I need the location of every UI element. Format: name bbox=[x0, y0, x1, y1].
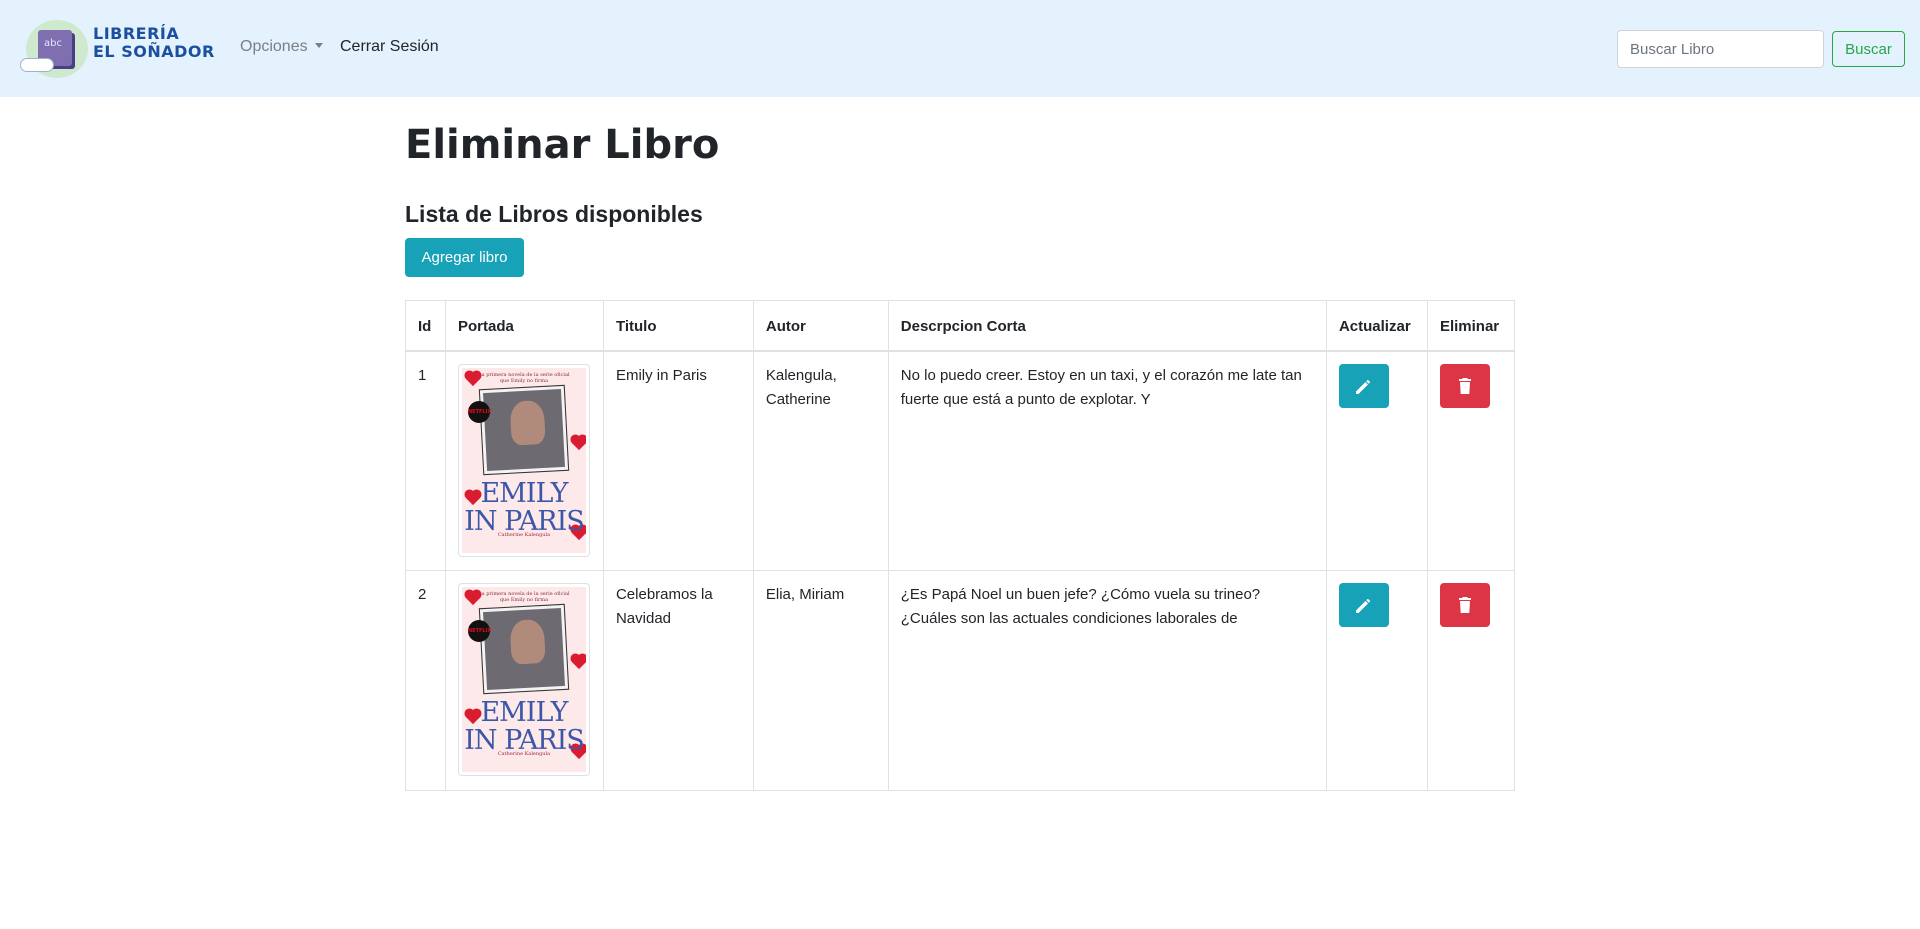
cell-autor: Kalengula, Catherine bbox=[752, 350, 889, 571]
edit-book-button[interactable] bbox=[1338, 583, 1389, 627]
heart-icon bbox=[571, 435, 586, 450]
header-portada: Portada bbox=[444, 300, 604, 352]
nav-options-dropdown[interactable]: Opciones bbox=[240, 38, 323, 56]
cell-portada: La primera novela de la serie oficial qu… bbox=[444, 570, 604, 791]
search-input[interactable] bbox=[1617, 30, 1824, 68]
cell-titulo: Emily in Paris bbox=[602, 350, 754, 571]
header-titulo: Titulo bbox=[602, 300, 754, 352]
header-actualizar: Actualizar bbox=[1325, 300, 1428, 352]
logo-book-text: abc bbox=[44, 38, 62, 49]
pencil-icon bbox=[1355, 598, 1370, 613]
header-descripcion: Descrpcion Corta bbox=[887, 300, 1327, 352]
cloud-icon bbox=[20, 58, 54, 72]
cell-actualizar bbox=[1325, 570, 1428, 791]
brand-name-line1: LIBRERÍA bbox=[93, 24, 180, 43]
trash-icon bbox=[1458, 377, 1471, 394]
header-eliminar: Eliminar bbox=[1426, 300, 1516, 352]
book-cover-image: La primera novela de la serie oficial qu… bbox=[457, 583, 590, 776]
cell-actualizar bbox=[1325, 350, 1428, 571]
cell-descripcion: No lo puedo creer. Estoy en un taxi, y e… bbox=[887, 350, 1327, 571]
cover-author: Catherine Kalengula bbox=[497, 531, 551, 538]
cell-titulo: Celebramos la Navidad bbox=[602, 570, 754, 791]
table-row: 2 La primera novela de la serie oficial … bbox=[405, 570, 1516, 791]
caret-down-icon bbox=[314, 42, 323, 48]
cover-tagline: La primera novela de la serie oficial qu… bbox=[478, 591, 570, 603]
cell-id: 2 bbox=[405, 570, 446, 791]
trash-icon bbox=[1458, 597, 1471, 613]
header-id: Id bbox=[405, 300, 446, 352]
cell-eliminar bbox=[1426, 350, 1516, 571]
cell-descripcion: ¿Es Papá Noel un buen jefe? ¿Cómo vuela … bbox=[887, 570, 1327, 791]
books-table: Id Portada Titulo Autor Descrpcion Corta… bbox=[405, 300, 1516, 791]
cover-photo bbox=[478, 603, 570, 695]
nav-logout-link[interactable]: Cerrar Sesión bbox=[340, 38, 439, 56]
cell-id: 1 bbox=[405, 350, 446, 571]
heart-icon bbox=[571, 654, 586, 670]
brand-logo[interactable]: abc LIBRERÍA EL SOÑADOR bbox=[20, 16, 214, 80]
cover-title-line1: EMILY bbox=[480, 697, 568, 728]
cover-author: Catherine Kalengula bbox=[497, 751, 551, 757]
nav-options-label: Opciones bbox=[240, 38, 308, 55]
pencil-icon bbox=[1355, 379, 1370, 394]
search-button[interactable]: Buscar bbox=[1832, 31, 1905, 67]
header-autor: Autor bbox=[752, 300, 889, 352]
cover-title-line1: EMILY bbox=[480, 477, 568, 509]
cover-tagline: La primera novela de la serie oficial qu… bbox=[478, 371, 570, 384]
brand-name-line2: EL SOÑADOR bbox=[93, 42, 215, 61]
delete-book-button[interactable] bbox=[1439, 363, 1490, 408]
table-header-row: Id Portada Titulo Autor Descrpcion Corta… bbox=[405, 300, 1516, 352]
cover-badge: NETFLIX bbox=[467, 400, 491, 423]
cell-portada: La primera novela de la serie oficial qu… bbox=[444, 350, 604, 571]
add-book-button[interactable]: Agregar libro bbox=[405, 238, 524, 277]
cell-eliminar bbox=[1426, 570, 1516, 791]
table-row: 1 La primera novela de la serie oficial … bbox=[405, 350, 1516, 571]
book-cover-image: La primera novela de la serie oficial qu… bbox=[457, 363, 590, 557]
navbar: abc LIBRERÍA EL SOÑADOR Opciones Cerrar … bbox=[0, 0, 1920, 97]
edit-book-button[interactable] bbox=[1338, 363, 1389, 408]
section-subtitle: Lista de Libros disponibles bbox=[405, 201, 703, 227]
delete-book-button[interactable] bbox=[1439, 583, 1490, 627]
cover-badge: NETFLIX bbox=[467, 620, 491, 642]
cover-photo bbox=[478, 384, 570, 475]
cell-autor: Elia, Miriam bbox=[752, 570, 889, 791]
page-title: Eliminar Libro bbox=[405, 122, 720, 168]
